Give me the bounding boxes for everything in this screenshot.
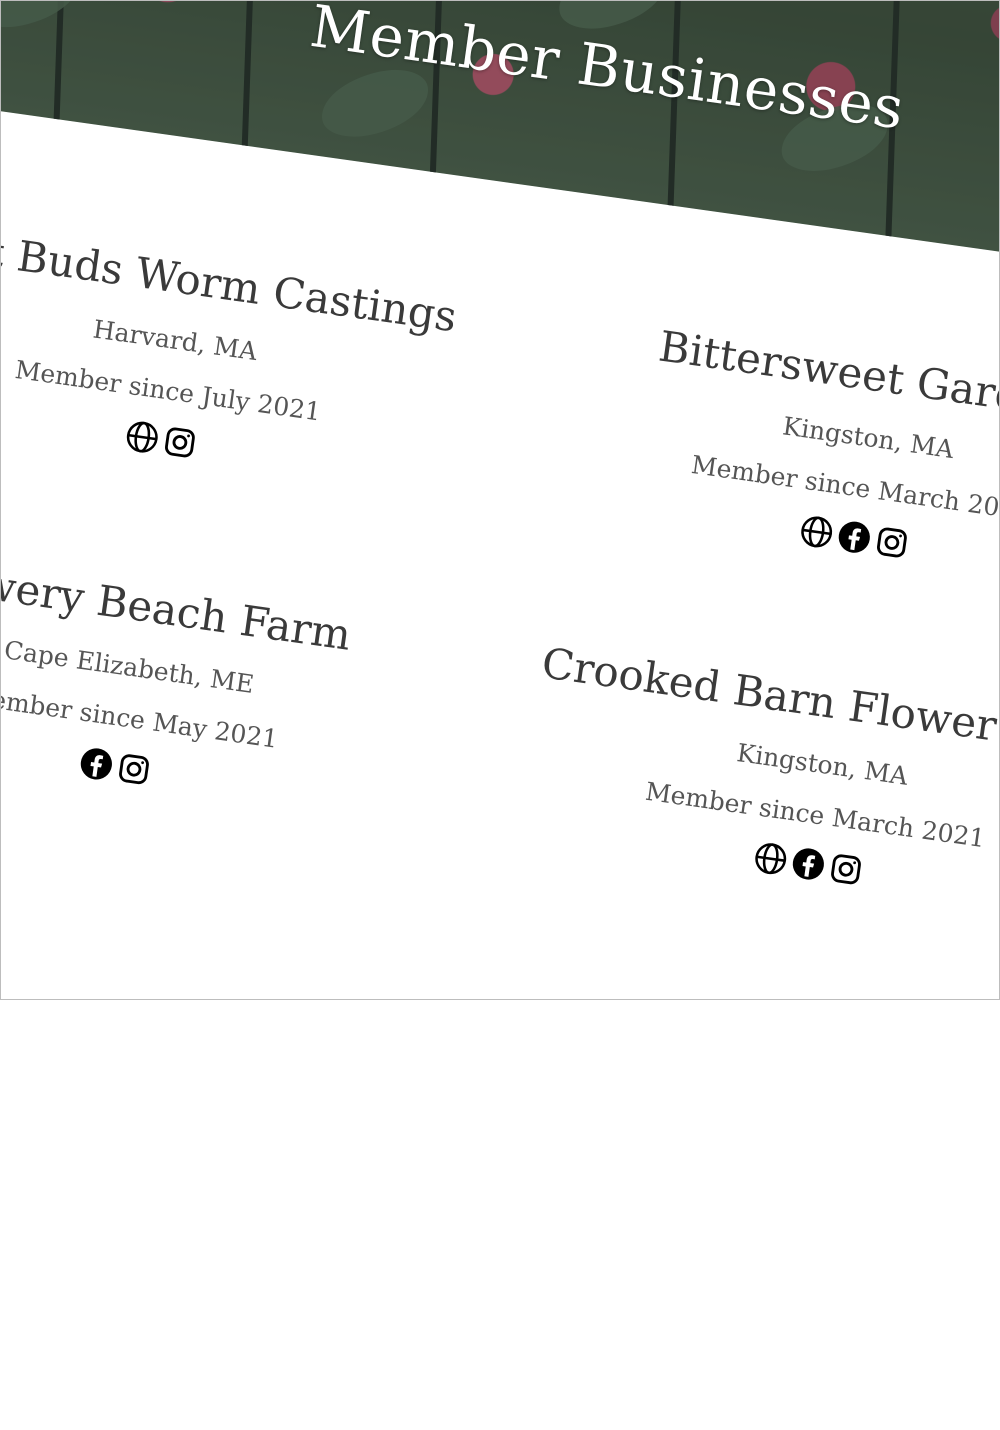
facebook-icon[interactable] (835, 518, 873, 556)
globe-icon[interactable] (123, 418, 161, 456)
facebook-icon[interactable] (789, 845, 827, 883)
member-card: Bittersweet Gardens Kingston, MA Member … (545, 313, 1000, 597)
member-card: Best Buds Worm Castings Harvard, MA Memb… (0, 215, 494, 499)
member-card: Bowery Beach Farm Cape Elizabeth, ME Mem… (0, 542, 448, 826)
member-grid: Best Buds Worm Castings Harvard, MA Memb… (0, 176, 1000, 1361)
globe-icon[interactable] (797, 513, 835, 551)
member-card: Crooked Barn Flower Farm Kingston, MA Me… (499, 638, 1000, 924)
globe-icon[interactable] (752, 840, 790, 878)
instagram-icon[interactable] (115, 750, 153, 788)
page-content: Member Businesses Best Buds Worm Casting… (0, 0, 1000, 1430)
facebook-icon[interactable] (77, 745, 115, 783)
instagram-icon[interactable] (161, 423, 199, 461)
instagram-icon[interactable] (873, 523, 911, 561)
instagram-icon[interactable] (827, 850, 865, 888)
